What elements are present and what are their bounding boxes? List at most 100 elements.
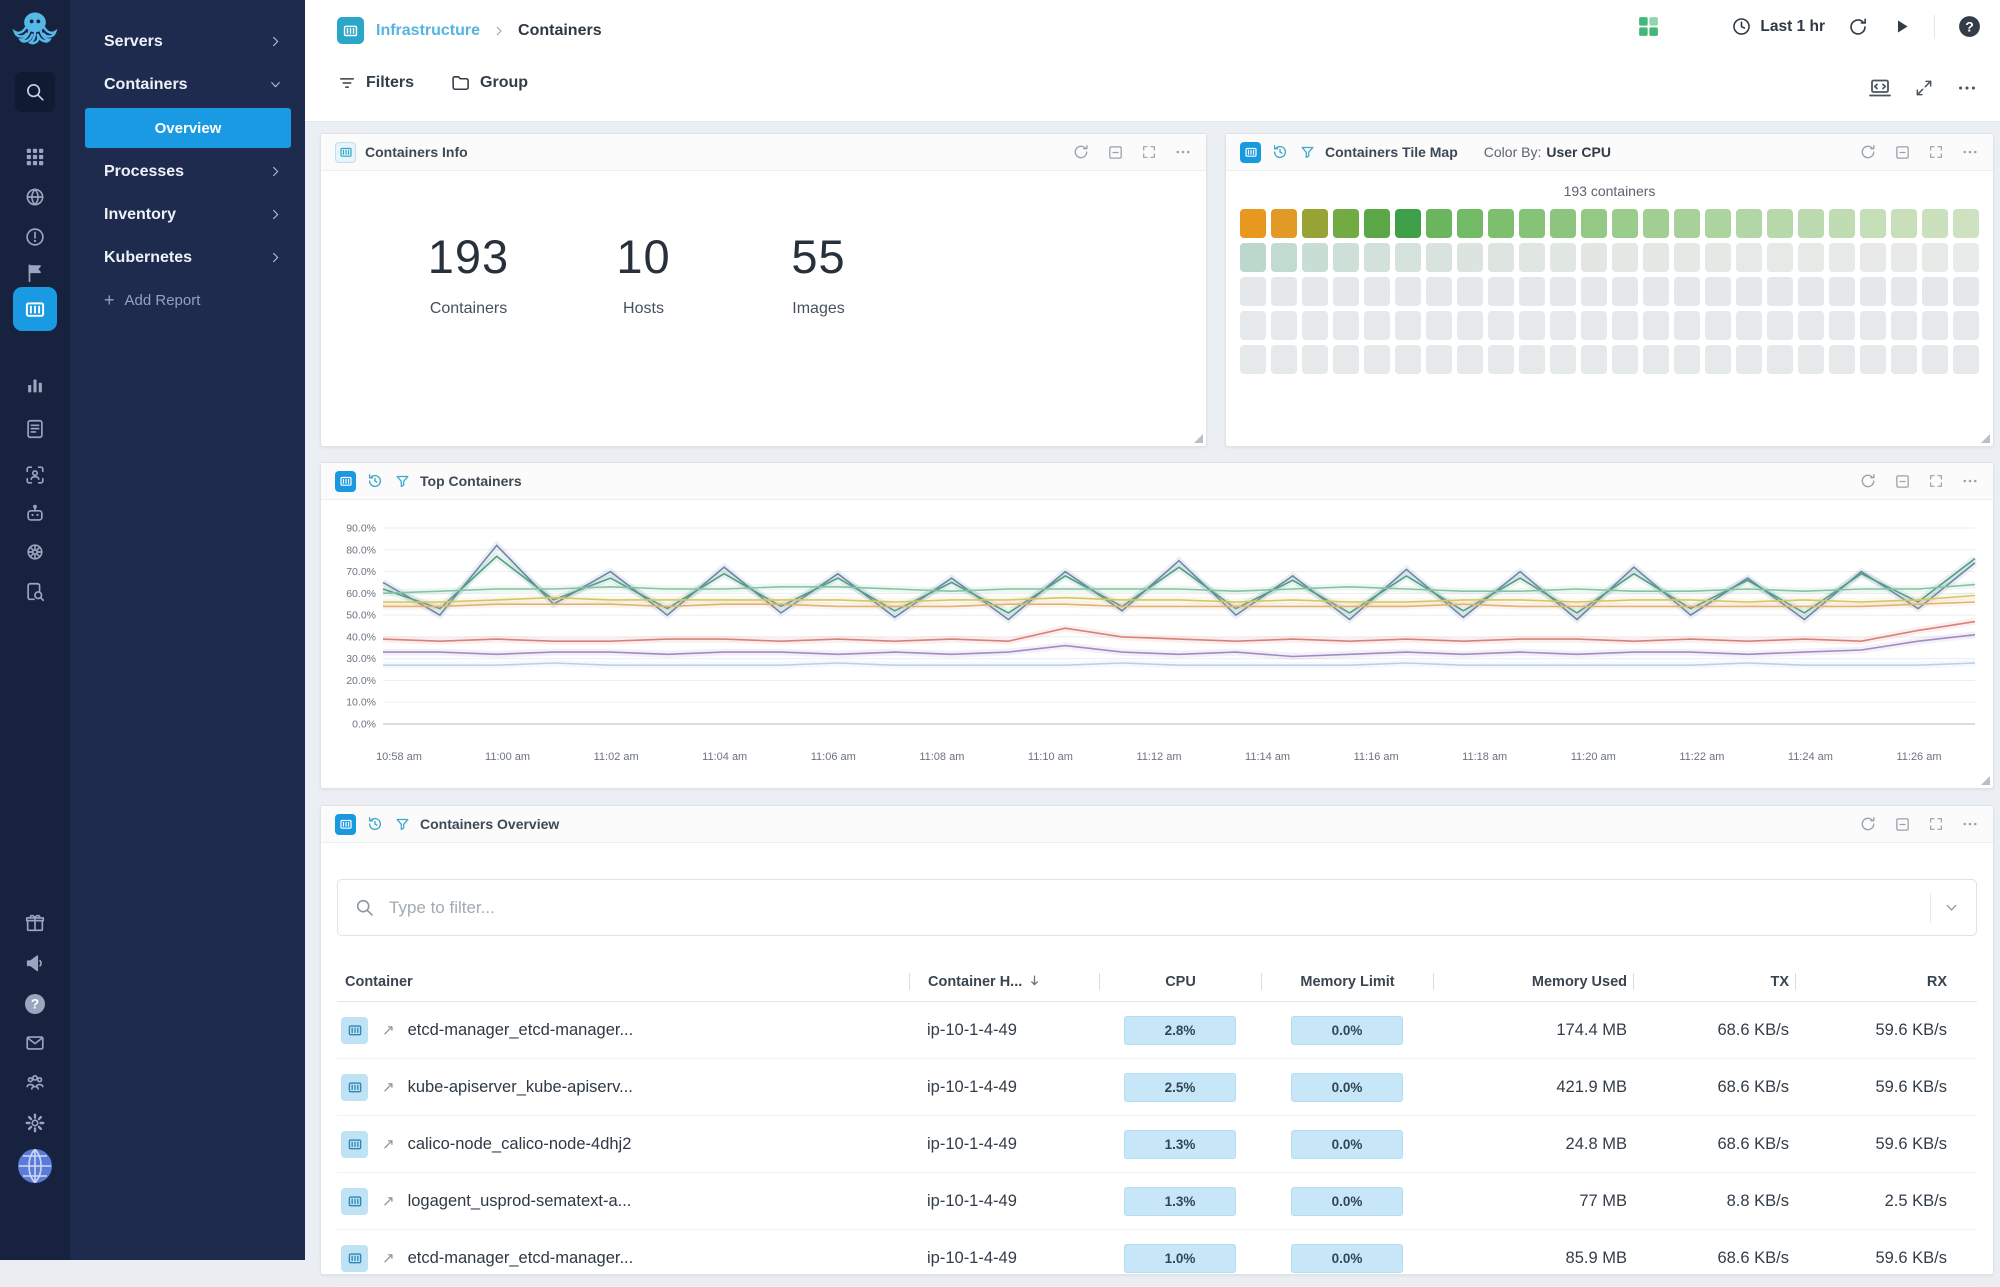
collapse-panel-icon[interactable] [1894,473,1911,490]
filters-button[interactable]: Filters [337,73,414,93]
container-tile[interactable] [1333,345,1359,374]
profile-globe-icon[interactable] [17,1148,53,1184]
container-tile[interactable] [1705,277,1731,306]
help-icon[interactable]: ? [23,992,47,1016]
play-icon[interactable] [1891,16,1912,37]
container-tile[interactable] [1798,209,1824,238]
container-tile[interactable] [1271,345,1297,374]
container-tile[interactable] [1736,277,1762,306]
column-header-cpu[interactable]: CPU [1100,974,1261,990]
container-tile[interactable] [1240,277,1266,306]
column-header-tx[interactable]: TX [1634,974,1795,990]
collapse-panel-icon[interactable] [1894,816,1911,833]
container-tile[interactable] [1767,243,1793,272]
container-tile[interactable] [1829,243,1855,272]
gift-icon[interactable] [24,912,46,934]
container-tile[interactable] [1519,209,1545,238]
container-tile[interactable] [1395,311,1421,340]
container-tile[interactable] [1550,311,1576,340]
flag-icon[interactable] [24,262,46,284]
ellipsis-panel-icon[interactable] [1961,143,1979,161]
resize-handle[interactable] [1194,434,1203,443]
open-link-icon[interactable]: ↗ [382,1078,395,1096]
container-name[interactable]: logagent_usprod-sematext-a... [408,1192,632,1211]
container-tile[interactable] [1767,311,1793,340]
collapse-panel-icon[interactable] [1894,144,1911,161]
container-tile[interactable] [1922,277,1948,306]
container-tile[interactable] [1953,311,1979,340]
container-tile[interactable] [1612,277,1638,306]
more-options-icon[interactable] [1956,77,1978,99]
container-tile[interactable] [1922,345,1948,374]
container-tile[interactable] [1705,209,1731,238]
column-header-memory-limit[interactable]: Memory Limit [1262,974,1433,990]
open-link-icon[interactable]: ↗ [382,1192,395,1210]
container-tile[interactable] [1488,311,1514,340]
history-icon[interactable] [366,472,384,490]
container-tile[interactable] [1643,209,1669,238]
container-tile[interactable] [1612,345,1638,374]
container-tile[interactable] [1767,345,1793,374]
container-tile[interactable] [1457,209,1483,238]
container-tile[interactable] [1736,311,1762,340]
color-by[interactable]: Color By: User CPU [1484,144,1611,160]
expand-corners-panel-icon[interactable] [1928,473,1944,489]
container-tile[interactable] [1674,209,1700,238]
container-tile[interactable] [1364,311,1390,340]
time-range-button[interactable]: Last 1 hr [1731,16,1825,37]
container-tile[interactable] [1798,277,1824,306]
container-tile[interactable] [1364,209,1390,238]
sidebar-item-inventory[interactable]: Inventory [70,193,305,236]
sidebar-item-servers[interactable]: Servers [70,20,305,63]
container-tile[interactable] [1302,311,1328,340]
container-tile[interactable] [1488,209,1514,238]
container-tile[interactable] [1426,311,1452,340]
help-icon[interactable]: ? [1957,14,1982,39]
container-tile[interactable] [1891,311,1917,340]
table-row[interactable]: ↗ etcd-manager_etcd-manager... ip-10-1-4-4… [337,1230,1977,1287]
container-tile[interactable] [1953,277,1979,306]
container-tile[interactable] [1891,243,1917,272]
container-tile[interactable] [1271,243,1297,272]
container-tile[interactable] [1519,243,1545,272]
container-tile[interactable] [1426,209,1452,238]
table-row[interactable]: ↗ kube-apiserver_kube-apiserv... ip-10-1-4… [337,1059,1977,1116]
container-tile[interactable] [1488,345,1514,374]
open-link-icon[interactable]: ↗ [382,1135,395,1153]
resize-handle[interactable] [1981,776,1990,785]
container-tile[interactable] [1612,209,1638,238]
container-tile[interactable] [1891,277,1917,306]
container-tile[interactable] [1736,243,1762,272]
container-name[interactable]: calico-node_calico-node-4dhj2 [408,1135,632,1154]
container-tile[interactable] [1736,209,1762,238]
container-tile[interactable] [1302,345,1328,374]
container-tile[interactable] [1612,243,1638,272]
container-tile[interactable] [1643,311,1669,340]
container-tile[interactable] [1736,345,1762,374]
container-tile[interactable] [1829,209,1855,238]
refresh-panel-icon[interactable] [1859,815,1877,833]
containers-icon[interactable] [13,287,57,331]
container-tile[interactable] [1364,243,1390,272]
container-tile[interactable] [1705,243,1731,272]
container-tile[interactable] [1240,243,1266,272]
container-tile[interactable] [1581,311,1607,340]
container-tile[interactable] [1891,209,1917,238]
bar-chart-icon[interactable] [24,374,46,396]
container-tile[interactable] [1488,277,1514,306]
sidebar-item-containers[interactable]: Containers [70,63,305,106]
table-row[interactable]: ↗ calico-node_calico-node-4dhj2 ip-10-1-4-… [337,1116,1977,1173]
doc-search-icon[interactable] [24,581,46,603]
refresh-icon[interactable] [1847,16,1869,38]
container-tile[interactable] [1953,209,1979,238]
history-icon[interactable] [366,815,384,833]
expand-corners-panel-icon[interactable] [1141,144,1157,160]
container-tile[interactable] [1550,345,1576,374]
container-tile[interactable] [1364,277,1390,306]
table-row[interactable]: ↗ etcd-manager_etcd-manager... ip-10-1-4-4… [337,1002,1977,1059]
sidebar-item-add-report[interactable]: + Add Report [70,279,305,322]
container-tile[interactable] [1767,209,1793,238]
container-tile[interactable] [1395,277,1421,306]
open-link-icon[interactable]: ↗ [382,1249,395,1267]
envelope-icon[interactable] [24,1032,46,1054]
